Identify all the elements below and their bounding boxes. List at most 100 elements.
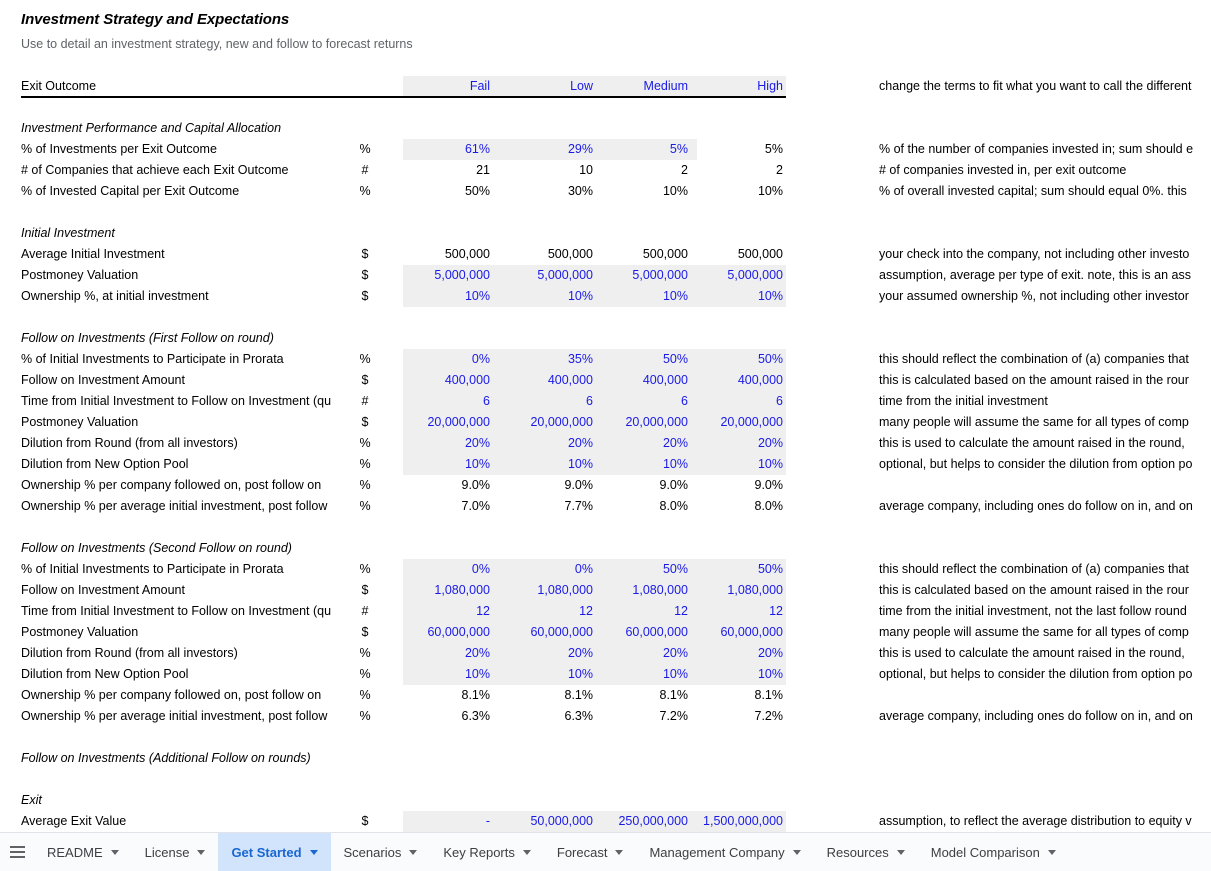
cell-fail[interactable]: 20% (403, 643, 495, 664)
cell-fail[interactable]: 500,000 (403, 244, 495, 265)
cell-medium[interactable]: 10% (603, 181, 695, 202)
cell-medium[interactable]: 12 (603, 601, 695, 622)
row-note[interactable]: this should reflect the combination of (… (879, 349, 1211, 370)
cell-low[interactable]: 9.0% (500, 475, 598, 496)
section-label[interactable]: Follow on Investments (Additional Follow… (21, 748, 351, 769)
cell-fail[interactable]: 12 (403, 601, 495, 622)
table-row[interactable]: Dilution from New Option Pool% 10% 10% 10% 1… (0, 664, 1211, 685)
row-note[interactable]: your assumed ownership %, not including … (879, 286, 1211, 307)
table-row[interactable]: Ownership % per company followed on, pos… (0, 685, 1211, 706)
section-label[interactable]: Initial Investment (21, 223, 351, 244)
row-label[interactable]: Dilution from Round (from all investors) (21, 433, 351, 454)
cell-low[interactable]: 0% (500, 559, 598, 580)
cell-medium[interactable]: 20% (603, 433, 695, 454)
section-label[interactable]: Follow on Investments (Second Follow on … (21, 538, 351, 559)
row-note[interactable]: % of the number of companies invested in… (879, 139, 1211, 160)
section-header-row[interactable]: Follow on Investments (Additional Follow… (0, 748, 1211, 769)
row-label[interactable]: Dilution from New Option Pool (21, 454, 351, 475)
cell-low[interactable]: 35% (500, 349, 598, 370)
row-note[interactable]: average company, including ones do follo… (879, 496, 1211, 517)
sheet-tab-forecast[interactable]: Forecast (544, 833, 637, 871)
table-row[interactable]: Ownership %, at initial investment $10% 10… (0, 286, 1211, 307)
table-row[interactable]: Time from Initial Investment to Follow o… (0, 391, 1211, 412)
table-row[interactable]: Ownership % per company followed on, pos… (0, 475, 1211, 496)
cell-low[interactable]: 6 (500, 391, 598, 412)
column-header-low[interactable]: Low (500, 76, 598, 97)
table-row[interactable]: # of Companies that achieve each Exit Ou… (0, 160, 1211, 181)
chevron-down-icon[interactable] (197, 850, 206, 855)
row-label[interactable]: Time from Initial Investment to Follow o… (21, 391, 351, 412)
cell-fail[interactable]: 61% (403, 139, 495, 160)
section-label[interactable]: Investment Performance and Capital Alloc… (21, 118, 351, 139)
cell-high[interactable]: 8.0% (700, 496, 788, 517)
cell-high[interactable]: 1,080,000 (700, 580, 788, 601)
row-note[interactable]: this is calculated based on the amount r… (879, 580, 1211, 601)
cell-medium[interactable]: 10% (603, 286, 695, 307)
table-row[interactable]: Ownership % per average initial investme… (0, 706, 1211, 727)
row-label[interactable]: Average Exit Value (21, 811, 351, 832)
cell-high[interactable]: 8.1% (700, 685, 788, 706)
cell-low[interactable]: 10% (500, 664, 598, 685)
row-note[interactable]: this is used to calculate the amount rai… (879, 643, 1211, 664)
cell-low[interactable]: 1,080,000 (500, 580, 598, 601)
cell-high[interactable]: 20% (700, 643, 788, 664)
row-note[interactable]: optional, but helps to consider the dilu… (879, 664, 1211, 685)
sheet-tabs[interactable]: README License Get Started Scenarios Key Rep… (34, 833, 1069, 871)
cell-low[interactable]: 10 (500, 160, 598, 181)
row-note[interactable]: your check into the company, not includi… (879, 244, 1211, 265)
cell-medium[interactable]: 20,000,000 (603, 412, 695, 433)
section-header-row[interactable]: Follow on Investments (Second Follow on … (0, 538, 1211, 559)
sheet-tab-scenarios[interactable]: Scenarios (331, 833, 431, 871)
cell-low[interactable]: 7.7% (500, 496, 598, 517)
spreadsheet-canvas[interactable]: Investment Strategy and Expectations Use… (0, 0, 1211, 832)
row-label[interactable]: % of Invested Capital per Exit Outcome (21, 181, 351, 202)
cell-fail[interactable]: 400,000 (403, 370, 495, 391)
column-header-medium[interactable]: Medium (603, 76, 695, 97)
row-label[interactable]: Time from Initial Investment to Follow o… (21, 601, 351, 622)
sheet-tab-bar[interactable]: README License Get Started Scenarios Key Rep… (0, 832, 1211, 871)
sheet-tab-management-company[interactable]: Management Company (636, 833, 813, 871)
row-note[interactable]: assumption, average per type of exit. no… (879, 265, 1211, 286)
cell-fail[interactable]: 8.1% (403, 685, 495, 706)
chevron-down-icon[interactable] (1047, 850, 1056, 855)
cell-medium[interactable]: 250,000,000 (603, 811, 695, 832)
cell-low[interactable]: 30% (500, 181, 598, 202)
cell-low[interactable]: 12 (500, 601, 598, 622)
cell-medium[interactable]: 20% (603, 643, 695, 664)
sheet-tab-get-started[interactable]: Get Started (218, 833, 331, 871)
row-note[interactable]: time from the initial investment, not th… (879, 601, 1211, 622)
cell-low[interactable]: 29% (500, 139, 598, 160)
sheet-tab-model-comparison[interactable]: Model Comparison (918, 833, 1069, 871)
cell-fail[interactable]: 60,000,000 (403, 622, 495, 643)
chevron-down-icon[interactable] (309, 850, 318, 855)
row-label[interactable]: Ownership % per average initial investme… (21, 496, 351, 517)
row-label[interactable]: Ownership %, at initial investment (21, 286, 351, 307)
table-row[interactable]: Time from Initial Investment to Follow o… (0, 601, 1211, 622)
cell-low[interactable]: 5,000,000 (500, 265, 598, 286)
table-row[interactable]: % of Initial Investments to Participate … (0, 349, 1211, 370)
cell-high[interactable]: 2 (700, 160, 788, 181)
row-label[interactable]: Ownership % per company followed on, pos… (21, 685, 351, 706)
cell-low[interactable]: 20% (500, 643, 598, 664)
cell-high[interactable]: 9.0% (700, 475, 788, 496)
cell-medium[interactable]: 6 (603, 391, 695, 412)
cell-high[interactable]: 12 (700, 601, 788, 622)
cell-high[interactable]: 5% (700, 139, 788, 160)
chevron-down-icon[interactable] (792, 850, 801, 855)
cell-low[interactable]: 20,000,000 (500, 412, 598, 433)
cell-fail[interactable]: 5,000,000 (403, 265, 495, 286)
cell-fail[interactable]: 6.3% (403, 706, 495, 727)
cell-medium[interactable]: 60,000,000 (603, 622, 695, 643)
cell-fail[interactable]: - (403, 811, 495, 832)
cell-low[interactable]: 10% (500, 454, 598, 475)
row-note[interactable]: optional, but helps to consider the dilu… (879, 454, 1211, 475)
row-label[interactable]: Dilution from New Option Pool (21, 664, 351, 685)
row-note[interactable]: % of overall invested capital; sum shoul… (879, 181, 1211, 202)
cell-fail[interactable]: 9.0% (403, 475, 495, 496)
row-label[interactable]: Ownership % per company followed on, pos… (21, 475, 351, 496)
section-header-row[interactable]: Exit (0, 790, 1211, 811)
table-row[interactable]: Postmoney Valuation $5,000,000 5,000,000 5,… (0, 265, 1211, 286)
cell-high[interactable]: 7.2% (700, 706, 788, 727)
cell-medium[interactable]: 9.0% (603, 475, 695, 496)
cell-medium[interactable]: 2 (603, 160, 695, 181)
